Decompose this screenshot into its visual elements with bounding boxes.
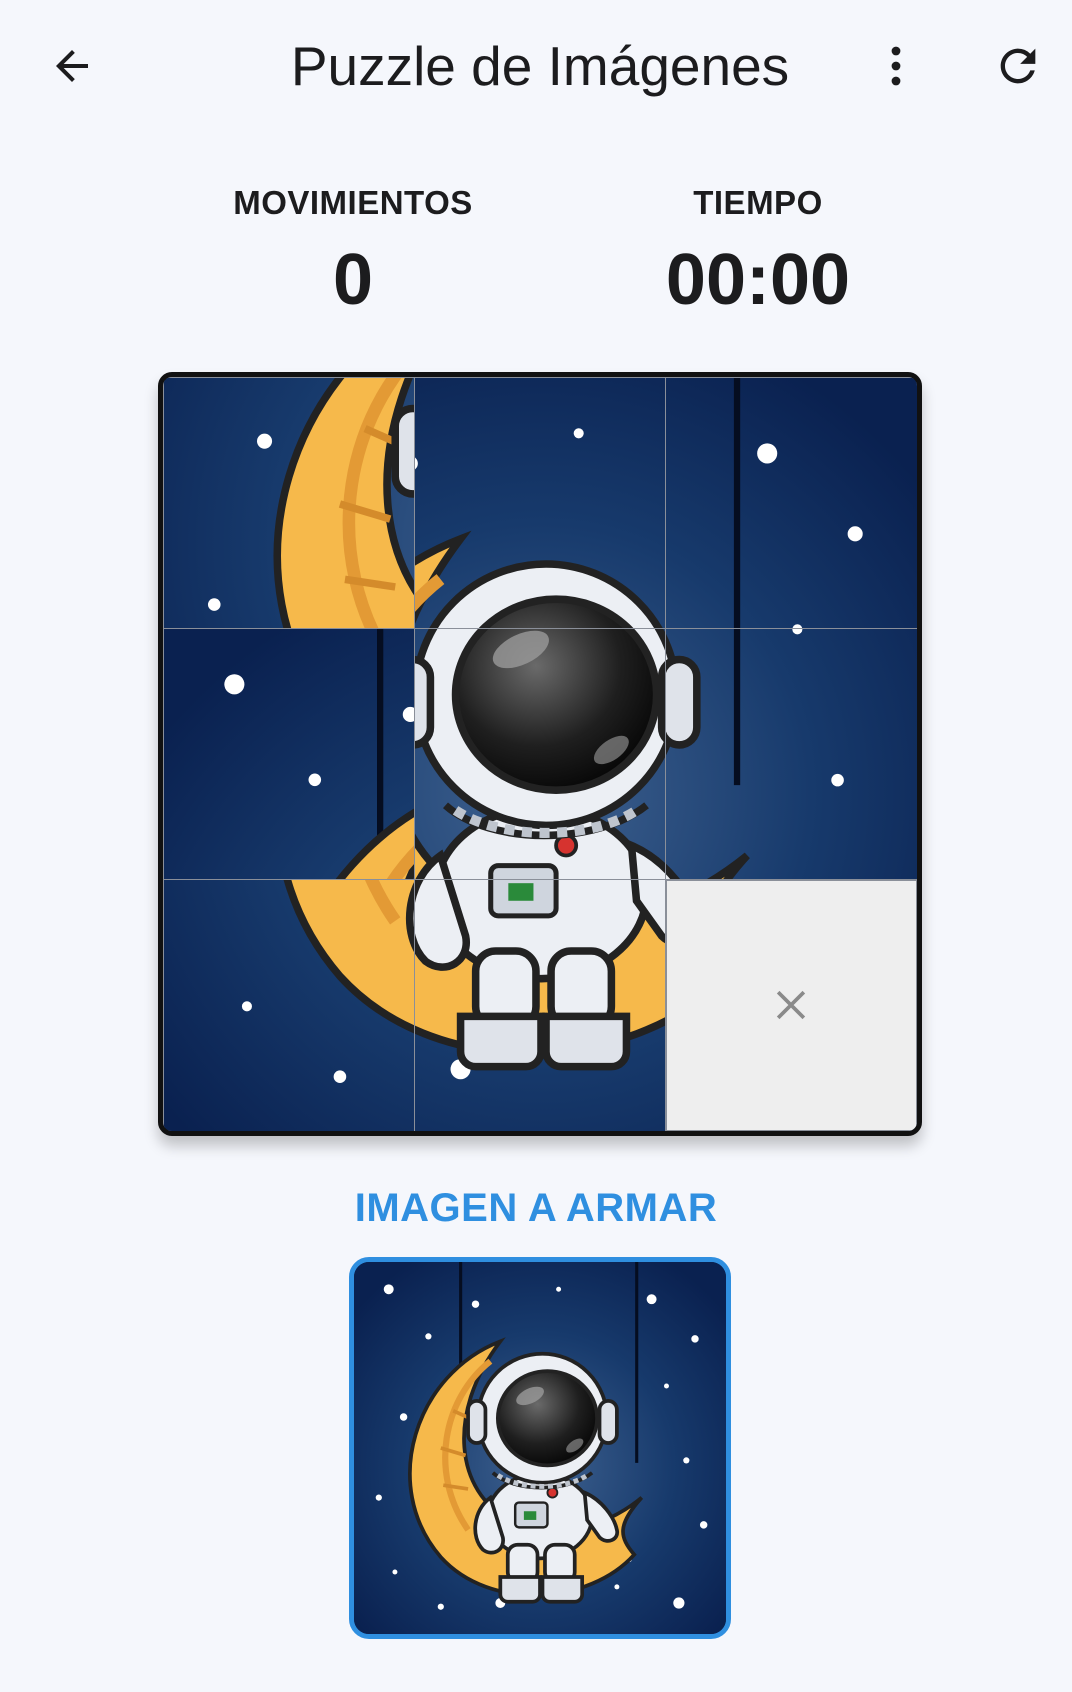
moves-stat: MOVIMIENTOS 0 <box>173 180 533 326</box>
close-icon <box>776 990 806 1020</box>
moves-counter: 0 <box>332 240 374 320</box>
puzzle-board <box>158 372 922 1136</box>
time-stat: TIEMPO 00:00 <box>578 180 938 326</box>
puzzle-tile-7[interactable] <box>163 878 416 1131</box>
more-options-button[interactable] <box>856 26 936 106</box>
tile-image-fragment <box>666 378 917 629</box>
puzzle-tile-4[interactable] <box>163 377 416 630</box>
tile-image-fragment <box>164 378 415 629</box>
page-title: Puzzle de Imágenes <box>290 35 790 97</box>
more-vertical-icon <box>891 46 901 86</box>
empty-tile <box>664 878 917 1131</box>
time-label: TIEMPO <box>693 184 823 221</box>
tile-image-fragment <box>415 629 666 880</box>
astronaut-moon-image <box>354 1262 726 1634</box>
tile-image-fragment <box>415 378 666 629</box>
moves-label: MOVIMIENTOS <box>233 184 473 221</box>
reference-image <box>349 1257 731 1639</box>
puzzle-tile-8[interactable] <box>413 878 667 1131</box>
refresh-button[interactable] <box>978 26 1058 106</box>
puzzle-tile-6[interactable] <box>664 627 917 881</box>
refresh-icon <box>1000 48 1036 84</box>
reference-label: IMAGEN A ARMAR <box>354 1186 718 1230</box>
puzzle-tile-1[interactable] <box>163 627 416 881</box>
tile-image-fragment <box>666 629 917 880</box>
puzzle-tile-2[interactable] <box>413 377 667 630</box>
arrow-left-icon <box>56 50 88 82</box>
puzzle-tile-3[interactable] <box>664 377 917 630</box>
tile-image-fragment <box>164 629 415 880</box>
puzzle-tile-5[interactable] <box>413 627 667 881</box>
timer: 00:00 <box>665 240 851 320</box>
tile-image-fragment <box>164 880 415 1131</box>
back-button[interactable] <box>32 26 112 106</box>
tile-image-fragment <box>415 880 666 1131</box>
app-bar: Puzzle de Imágenes <box>0 0 1072 132</box>
